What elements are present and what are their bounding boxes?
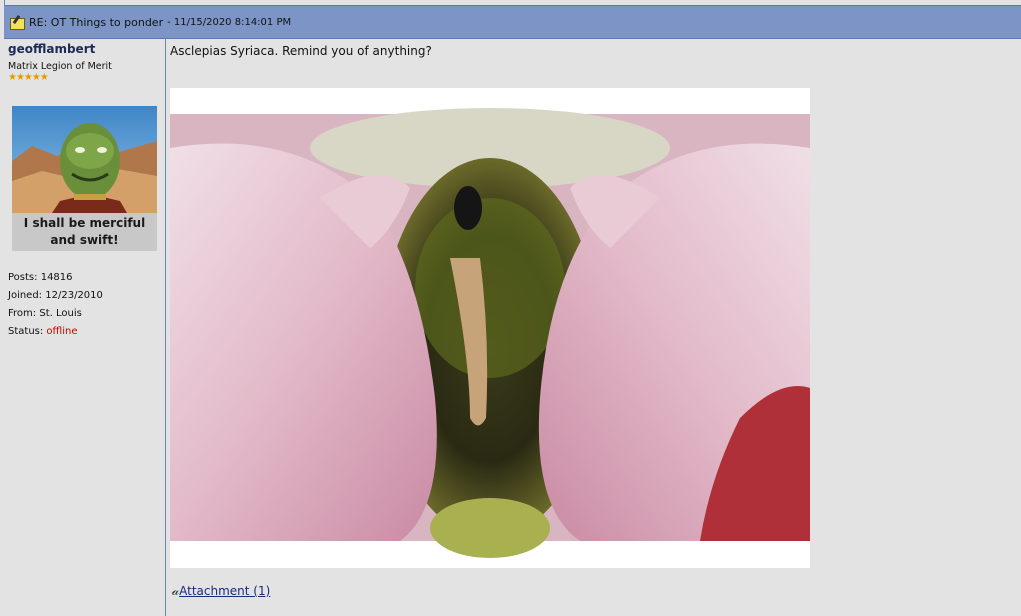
post-title: RE: OT Things to ponder xyxy=(29,15,164,29)
author-rank: Matrix Legion of Merit xyxy=(8,61,112,72)
avatar: I shall be merciful and swift! xyxy=(12,106,157,251)
post-date: - 11/15/2020 8:14:01 PM xyxy=(167,16,292,28)
stat-posts: Posts: 14816 xyxy=(8,272,73,283)
rank-stars-icon: ★★★★★ xyxy=(8,72,49,83)
stat-from: From: St. Louis xyxy=(8,308,82,319)
attachment-link[interactable]: Attachment (1) xyxy=(179,584,270,598)
stat-joined: Joined: 12/23/2010 xyxy=(8,290,103,301)
flower-photo xyxy=(170,108,810,558)
post-content: Asclepias Syriaca. Remind you of anythin… xyxy=(166,39,1021,616)
author-username[interactable]: geofflambert xyxy=(8,42,95,56)
post-body-text: Asclepias Syriaca. Remind you of anythin… xyxy=(170,44,432,58)
avatar-image xyxy=(12,106,157,213)
post-image xyxy=(170,88,810,568)
post-header: RE: OT Things to ponder - 11/15/2020 8:1… xyxy=(4,6,1021,39)
author-sidebar: geofflambert Matrix Legion of Merit ★★★★… xyxy=(4,39,166,616)
stat-status: Status: offline xyxy=(8,326,78,337)
attachment: 𝒶Attachment (1) xyxy=(172,584,270,599)
post-icon xyxy=(9,14,25,30)
status-offline: offline xyxy=(46,326,78,337)
avatar-caption: I shall be merciful and swift! xyxy=(12,213,157,251)
